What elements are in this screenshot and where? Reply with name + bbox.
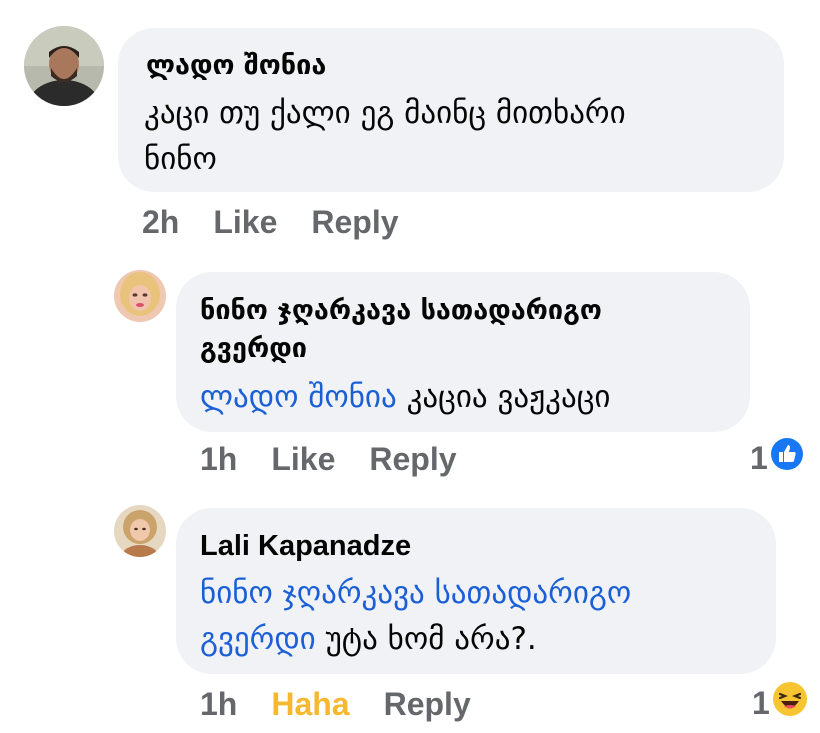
reaction-summary[interactable]: 1 [750,437,804,479]
reaction-count: 1 [750,439,768,476]
haha-reaction-button[interactable]: Haha [271,686,349,723]
comment-bubble: ლადო შონია კაცი თუ ქალი ეგ მაინც მითხარი… [118,28,784,192]
reaction-count: 1 [752,684,770,721]
mention-link[interactable]: ლადო შონია [200,379,397,415]
avatar-photo-icon [24,26,104,106]
reaction-summary[interactable]: 1 [752,681,808,725]
comment-author[interactable]: ლადო შონია [146,48,326,84]
avatar[interactable] [24,26,104,106]
comment-text: ნინო ჯღარკავა სათადარიგო გვერდი უტა ხომ … [200,570,631,662]
comment-author[interactable]: ნინო ჯღარკავა სათადარიგო გვერდი [200,292,602,368]
comment-time[interactable]: 1h [200,441,237,478]
mention-link[interactable]: ნინო ჯღარკავა სათადარიგო [200,575,631,611]
comment-text: კაცი თუ ქალი ეგ მაინც მითხარი ნინო [144,90,626,182]
comment-time[interactable]: 2h [142,204,179,241]
comment-author[interactable]: Lali Kapanadze [200,528,411,564]
comment-text-line: კაცი თუ ქალი ეგ მაინც მითხარი [144,95,626,131]
like-icon [770,437,804,479]
comment-actions: 1h Haha Reply [200,686,471,722]
reply-button[interactable]: Reply [384,686,471,723]
avatar[interactable] [114,270,166,322]
comment-text-line: ნინო [144,141,217,177]
comment-actions: 1h Like Reply [200,441,457,477]
avatar[interactable] [114,505,166,557]
reply-button[interactable]: Reply [311,204,398,241]
comment-author-line: გვერდი [200,333,307,364]
mention-link[interactable]: გვერდი [200,621,316,657]
comment-time[interactable]: 1h [200,686,237,723]
like-button[interactable]: Like [213,204,277,241]
like-button[interactable]: Like [271,441,335,478]
avatar-photo-icon [114,505,166,557]
comment-text-body: უტა ხომ არა?. [315,621,537,657]
comment-actions: 2h Like Reply [142,204,399,240]
reply-button[interactable]: Reply [369,441,456,478]
comment-text-body: კაცია ვაჟკაცი [396,379,611,415]
comment-bubble: Lali Kapanadze ნინო ჯღარკავა სათადარიგო … [176,508,776,674]
comment-bubble: ნინო ჯღარკავა სათადარიგო გვერდი ლადო შონ… [176,272,750,432]
avatar-photo-icon [114,270,166,322]
comment-text: ლადო შონია კაცია ვაჟკაცი [200,374,610,420]
comment-author-line: ნინო ჯღარკავა სათადარიგო [200,295,602,326]
haha-emoji-icon [772,681,808,725]
